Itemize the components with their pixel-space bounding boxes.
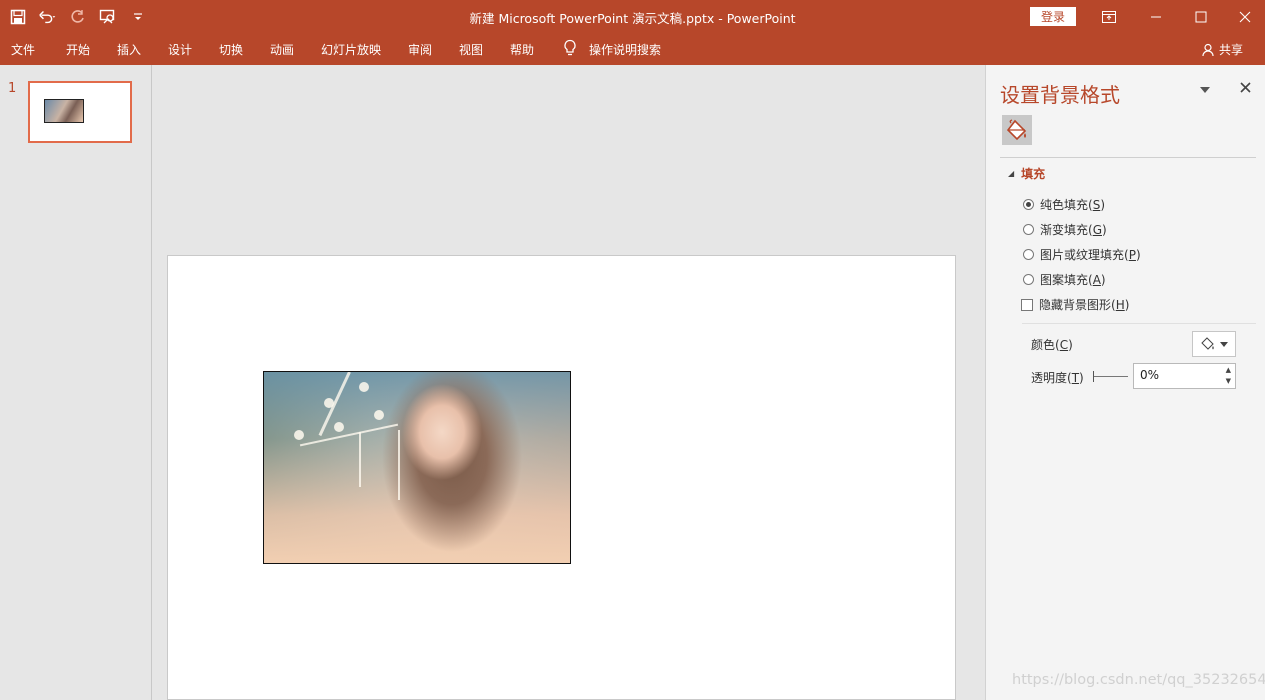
hide-background-graphics-option[interactable]: 隐藏背景图形(H): [1021, 296, 1129, 313]
tab-view[interactable]: 视图: [459, 41, 483, 58]
tab-design[interactable]: 设计: [168, 41, 192, 58]
collapse-triangle-icon: ◢: [1008, 169, 1015, 178]
slide-editor-area: [152, 65, 985, 700]
thumbnail-picture: [44, 99, 84, 123]
share-label: 共享: [1219, 43, 1244, 57]
transparency-input[interactable]: 0% ▲ ▼: [1133, 363, 1236, 389]
share-button[interactable]: 共享: [1202, 41, 1243, 58]
checkbox[interactable]: [1021, 298, 1033, 311]
ribbon-tabs: 文件 开始 插入 设计 切换 动画 幻灯片放映 审阅 视图 帮助 操作说明搜索 …: [0, 33, 1265, 65]
slide-thumbnail[interactable]: [28, 81, 132, 143]
close-icon[interactable]: [1222, 0, 1265, 33]
spin-down-icon[interactable]: ▼: [1226, 377, 1231, 385]
tab-slideshow[interactable]: 幻灯片放映: [321, 41, 381, 58]
transparency-value: 0%: [1140, 368, 1160, 382]
option-label: 图案填充(A): [1040, 273, 1106, 287]
pane-options-icon[interactable]: [1200, 83, 1210, 96]
color-label: 颜色(C): [1031, 338, 1073, 352]
radio-button[interactable]: [1023, 224, 1034, 235]
title-bar: 新建 Microsoft PowerPoint 演示文稿.pptx - Powe…: [0, 0, 1265, 33]
minimize-icon[interactable]: [1133, 0, 1179, 33]
solid-fill-option[interactable]: 纯色填充(S): [1023, 196, 1105, 213]
tab-review[interactable]: 审阅: [408, 41, 432, 58]
photo-decoration: [359, 382, 369, 392]
gradient-fill-option[interactable]: 渐变填充(G): [1023, 221, 1107, 238]
spin-up-icon[interactable]: ▲: [1226, 366, 1231, 374]
login-button[interactable]: 登录: [1030, 7, 1076, 26]
transparency-slider[interactable]: [1094, 376, 1128, 377]
chevron-down-icon: [1219, 341, 1228, 347]
option-label: 纯色填充(S): [1040, 198, 1105, 212]
tell-me-search[interactable]: 操作说明搜索: [589, 41, 661, 58]
pattern-fill-option[interactable]: 图案填充(A): [1023, 271, 1106, 288]
option-label: 图片或纹理填充(P): [1040, 248, 1141, 262]
paint-bucket-icon: [1200, 337, 1214, 350]
photo-decoration: [374, 410, 384, 420]
tab-insert[interactable]: 插入: [117, 41, 141, 58]
lightbulb-icon[interactable]: [563, 39, 577, 60]
pane-close-icon[interactable]: [1240, 79, 1251, 97]
photo-decoration: [398, 430, 400, 500]
tab-help[interactable]: 帮助: [510, 41, 534, 58]
slide-thumbnail-pane: 1: [0, 65, 152, 700]
transparency-label: 透明度(T): [1031, 371, 1084, 385]
divider: [1000, 157, 1256, 158]
pane-title: 设置背景格式: [1000, 83, 1120, 107]
tab-transitions[interactable]: 切换: [219, 41, 243, 58]
tab-animations[interactable]: 动画: [270, 41, 294, 58]
color-picker-button[interactable]: [1192, 331, 1236, 357]
radio-button[interactable]: [1023, 274, 1034, 285]
photo-decoration: [294, 430, 304, 440]
tab-file[interactable]: 文件: [11, 41, 35, 58]
slide-photo[interactable]: [263, 371, 571, 564]
option-label: 隐藏背景图形(H): [1039, 298, 1130, 312]
fill-bucket-icon[interactable]: [1002, 115, 1032, 145]
watermark: https://blog.csdn.net/qq_35232654: [1012, 672, 1265, 688]
fill-section-label: 填充: [1021, 167, 1046, 181]
slide-canvas[interactable]: [167, 255, 956, 700]
radio-button[interactable]: [1023, 249, 1034, 260]
fill-section-header[interactable]: ◢ 填充: [1008, 165, 1045, 182]
photo-decoration: [359, 432, 361, 487]
photo-decoration: [299, 423, 399, 447]
maximize-icon[interactable]: [1178, 0, 1224, 33]
divider: [1022, 323, 1256, 324]
option-label: 渐变填充(G): [1040, 223, 1107, 237]
share-person-icon: [1202, 43, 1214, 56]
photo-decoration: [334, 422, 344, 432]
photo-decoration: [324, 398, 334, 408]
format-background-pane: 设置背景格式 ◢ 填充 纯色填充(S) 渐变填充(G) 图片或纹理填充(P) 图…: [985, 65, 1265, 700]
ribbon-display-icon[interactable]: [1086, 0, 1132, 33]
slide-number: 1: [8, 81, 17, 96]
tab-home[interactable]: 开始: [66, 41, 90, 58]
picture-texture-fill-option[interactable]: 图片或纹理填充(P): [1023, 246, 1141, 263]
radio-button[interactable]: [1023, 199, 1034, 210]
